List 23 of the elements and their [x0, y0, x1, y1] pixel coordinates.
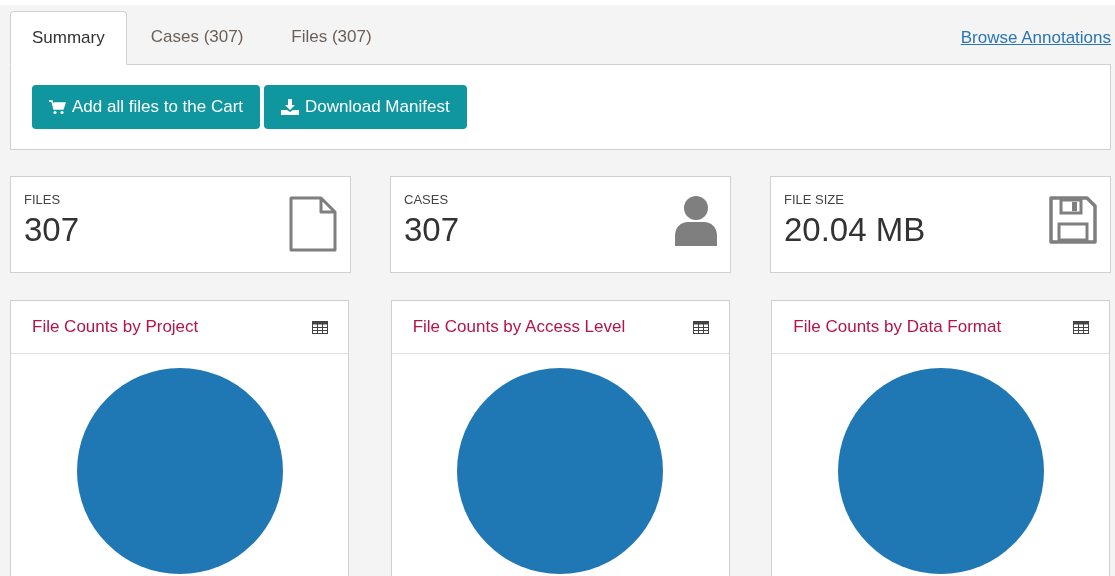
tab[interactable]: Cases (307): [126, 10, 268, 64]
stat-value: 307: [24, 210, 80, 250]
table-icon[interactable]: [692, 320, 709, 334]
stat-label: CASES: [404, 193, 450, 207]
chart-title: File Counts by Data Format: [793, 316, 1002, 339]
add-to-cart-button[interactable]: Add all files to the Cart: [32, 85, 261, 129]
stat-label: FILE SIZE: [784, 193, 845, 207]
browse-annotations-link[interactable]: Browse Annotations: [960, 25, 1111, 51]
download-icon: [281, 99, 300, 115]
table-icon[interactable]: [312, 320, 328, 334]
chart-title: File Counts by Access Level: [412, 316, 626, 339]
tab[interactable]: Files (307): [267, 10, 396, 64]
tab[interactable]: Summary: [10, 11, 127, 65]
stat-value: 307: [404, 210, 460, 250]
person-icon: [675, 196, 717, 246]
file-icon: [289, 196, 337, 252]
table-icon[interactable]: [1073, 320, 1090, 334]
download-manifest-button[interactable]: Download Manifest: [264, 85, 467, 129]
stat-value: 20.04 MB: [784, 210, 926, 250]
save-icon: [1049, 196, 1097, 244]
stat-label: FILES: [24, 193, 62, 207]
chart-title: File Counts by Project: [32, 316, 199, 339]
cart-icon: [49, 99, 66, 115]
